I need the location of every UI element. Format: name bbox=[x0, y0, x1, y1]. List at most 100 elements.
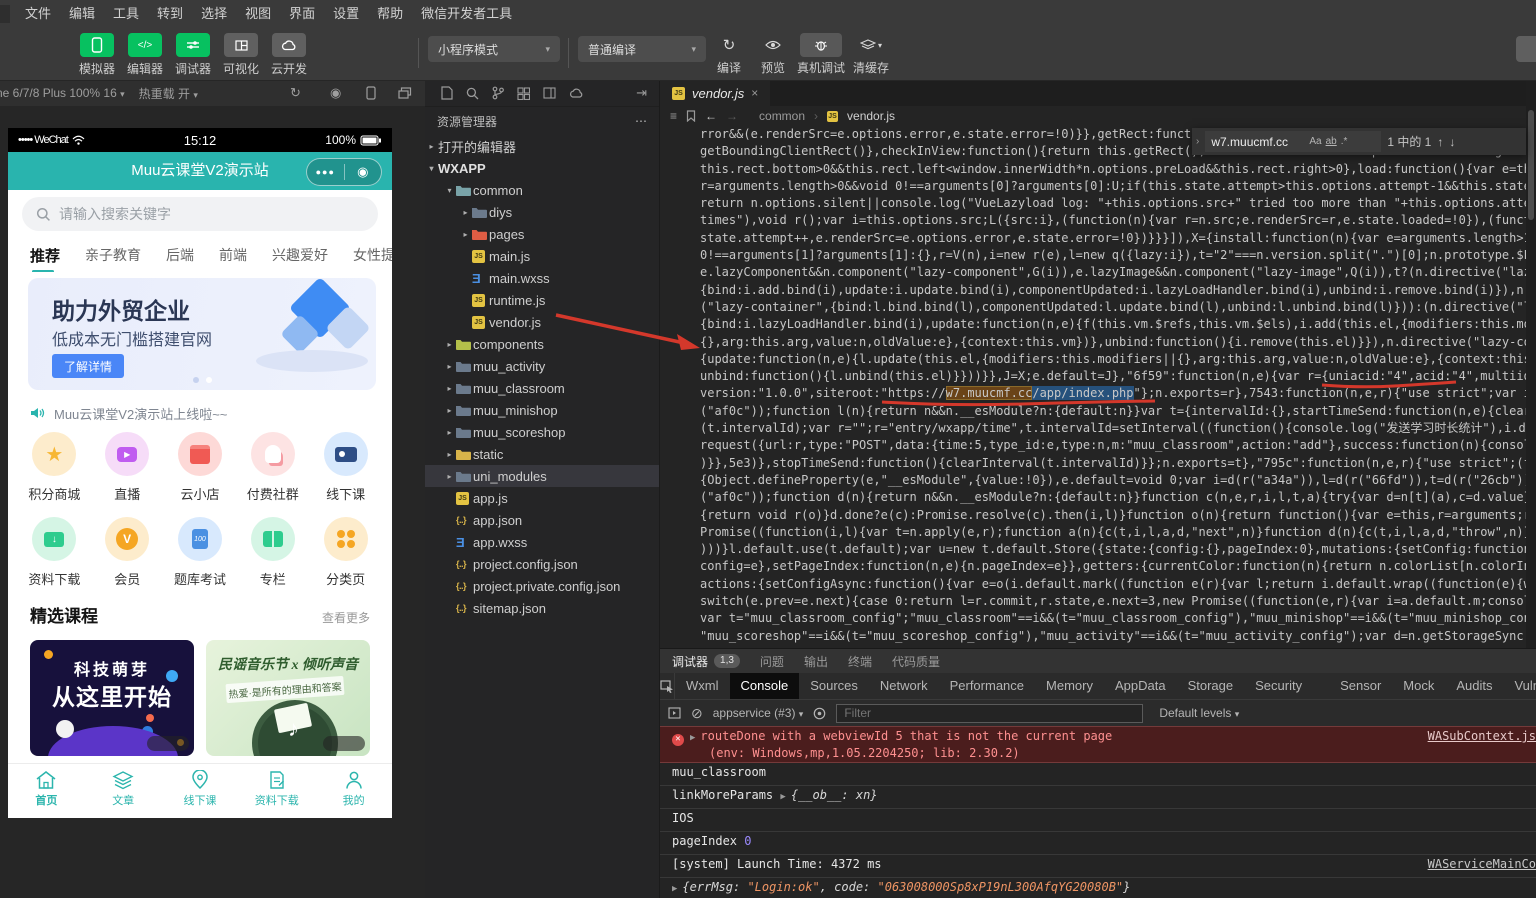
tab-recommend[interactable]: 推荐 bbox=[30, 245, 60, 266]
devtab-wxml[interactable]: Wxml bbox=[675, 673, 730, 699]
banner-detail-button[interactable]: 了解详情 bbox=[52, 354, 124, 378]
tabbar-downloads[interactable]: 资料下载 bbox=[238, 764, 315, 818]
tabbar-home[interactable]: 首页 bbox=[8, 764, 85, 818]
visualization-button[interactable]: 可视化 bbox=[216, 33, 266, 77]
tree-item-muu-classroom[interactable]: ▸muu_classroom bbox=[425, 377, 659, 399]
console-log-row[interactable]: pageIndex 0 bbox=[660, 832, 1536, 855]
tree-item-sitemap[interactable]: {..}sitemap.json bbox=[425, 597, 659, 619]
compile-mode-dropdown[interactable]: 普通编译▾ bbox=[578, 36, 706, 62]
back-icon[interactable]: ← bbox=[705, 109, 717, 123]
tab-parenting[interactable]: 亲子教育 bbox=[85, 245, 141, 265]
tree-item-main-js[interactable]: JSmain.js bbox=[425, 245, 659, 267]
cloud-dev-button[interactable]: 云开发 bbox=[264, 33, 314, 77]
devtab-appdata[interactable]: AppData bbox=[1104, 673, 1177, 699]
clear-cache-button[interactable]: ▾ 清缓存 bbox=[842, 33, 900, 76]
editor-tab-vendor-js[interactable]: JS vendor.js × bbox=[660, 80, 770, 106]
tree-item-vendor-js[interactable]: JSvendor.js bbox=[425, 311, 659, 333]
whole-word-toggle[interactable]: ab bbox=[1326, 136, 1337, 147]
grid-item-paid-community[interactable]: 付费社群 bbox=[236, 432, 309, 503]
tab-output[interactable]: 输出 bbox=[804, 653, 828, 670]
grid-item-downloads[interactable]: ↓ 资料下载 bbox=[18, 517, 91, 588]
see-more-link[interactable]: 查看更多 bbox=[322, 609, 370, 626]
grid-item-cloud-shop[interactable]: 云小店 bbox=[164, 432, 237, 503]
panel-icon[interactable] bbox=[543, 87, 556, 99]
eye-target-icon[interactable] bbox=[813, 707, 826, 720]
breadcrumb-file[interactable]: vendor.js bbox=[847, 109, 895, 123]
sim-refresh-icon[interactable]: ↻ bbox=[290, 85, 301, 101]
git-branch-icon[interactable] bbox=[492, 86, 504, 100]
tree-item-app-json[interactable]: {..}app.json bbox=[425, 509, 659, 531]
tree-item-muu-minishop[interactable]: ▸muu_minishop bbox=[425, 399, 659, 421]
tree-item-diys[interactable]: ▸diys bbox=[425, 201, 659, 223]
menu-view[interactable]: 视图 bbox=[236, 0, 280, 28]
devtab-network[interactable]: Network bbox=[869, 673, 939, 699]
clear-console-icon[interactable]: ⊘ bbox=[691, 705, 703, 722]
tree-item-pages[interactable]: ▸pages bbox=[425, 223, 659, 245]
grid-item-offline-class[interactable]: 线下课 bbox=[309, 432, 382, 503]
menu-help[interactable]: 帮助 bbox=[368, 0, 412, 28]
grid-item-column[interactable]: 专栏 bbox=[236, 517, 309, 588]
course-card-tech[interactable]: 科技萌芽 从这里开始 bbox=[30, 640, 194, 756]
tab-debugger[interactable]: 调试器1,3 bbox=[672, 653, 740, 670]
menu-goto[interactable]: 转到 bbox=[148, 0, 192, 28]
console-object-row[interactable]: ▶{errMsg: "Login:ok", code: "063008000Sp… bbox=[660, 878, 1536, 898]
devtab-performance[interactable]: Performance bbox=[939, 673, 1035, 699]
tabbar-offline-class[interactable]: 线下课 bbox=[162, 764, 239, 818]
menu-tools[interactable]: 工具 bbox=[104, 0, 148, 28]
find-prev-icon[interactable]: ↑ bbox=[1437, 135, 1443, 149]
grid-item-points-mall[interactable]: ★ 积分商城 bbox=[18, 432, 91, 503]
tree-item-muu-scoreshop[interactable]: ▸muu_scoreshop bbox=[425, 421, 659, 443]
tab-hobby[interactable]: 兴趣爱好 bbox=[272, 245, 328, 265]
tree-item-app-js[interactable]: JSapp.js bbox=[425, 487, 659, 509]
capsule-menu[interactable]: ●●● ◉ bbox=[306, 158, 382, 186]
devtab-sources[interactable]: Sources bbox=[799, 673, 869, 699]
tab-problems[interactable]: 问题 bbox=[760, 653, 784, 670]
devtab-mock[interactable]: Mock bbox=[1392, 673, 1445, 699]
tree-item-runtime-js[interactable]: JSruntime.js bbox=[425, 289, 659, 311]
collapse-sidebar-icon[interactable]: ⇥ bbox=[636, 85, 647, 101]
simulator-button[interactable]: 模拟器 bbox=[72, 33, 122, 77]
levels-dropdown[interactable]: Default levels ▾ bbox=[1159, 706, 1239, 720]
tree-item-app-wxss[interactable]: Ǝapp.wxss bbox=[425, 531, 659, 553]
tree-item-muu-activity[interactable]: ▸muu_activity bbox=[425, 355, 659, 377]
bookmark-icon[interactable] bbox=[686, 110, 696, 122]
tree-item-uni-modules[interactable]: ▸uni_modules bbox=[425, 465, 659, 487]
notice-bar[interactable]: Muu云课堂V2演示站上线啦~~ bbox=[8, 400, 392, 426]
tab-women[interactable]: 女性提升 bbox=[353, 245, 392, 265]
source-link[interactable]: WAServiceMainCo bbox=[1428, 857, 1536, 872]
regex-toggle[interactable]: .* bbox=[1341, 136, 1348, 147]
grid-item-live[interactable]: ▶ 直播 bbox=[91, 432, 164, 503]
devtab-console[interactable]: Console bbox=[730, 673, 800, 699]
code-area[interactable]: rror&&(e.renderSrc=e.options.error,e.sta… bbox=[660, 126, 1526, 648]
more-dots-icon[interactable]: ●●● bbox=[307, 167, 344, 177]
tab-frontend[interactable]: 前端 bbox=[219, 245, 247, 265]
menu-interface[interactable]: 界面 bbox=[280, 0, 324, 28]
menu-file[interactable]: 文件 bbox=[16, 0, 60, 28]
mode-dropdown[interactable]: 小程序模式▾ bbox=[428, 36, 560, 62]
editor-scrollbar[interactable] bbox=[1526, 80, 1536, 648]
grid-item-member[interactable]: V 会员 bbox=[91, 517, 164, 588]
debugger-button[interactable]: 调试器 bbox=[168, 33, 218, 77]
hot-reload-toggle[interactable]: 热重载 开 ▾ bbox=[139, 85, 198, 102]
forward-icon[interactable]: → bbox=[726, 109, 738, 123]
tab-backend[interactable]: 后端 bbox=[166, 245, 194, 265]
find-input[interactable] bbox=[1209, 134, 1305, 150]
sidebar-toggle-icon[interactable] bbox=[668, 707, 681, 719]
tree-item-common[interactable]: ▾common bbox=[425, 179, 659, 201]
search-input[interactable]: 请输入搜索关键字 bbox=[22, 197, 378, 231]
console-log-row[interactable]: linkMoreParams ▶{__ob__: xn} bbox=[660, 786, 1536, 809]
tabbar-me[interactable]: 我的 bbox=[315, 764, 392, 818]
new-file-icon[interactable] bbox=[441, 86, 453, 100]
course-card-music[interactable]: 民谣音乐节 x 倾听声音 热爱·是所有的理由和答案 ♪ bbox=[206, 640, 370, 756]
devtab-memory[interactable]: Memory bbox=[1035, 673, 1104, 699]
filter-input[interactable] bbox=[842, 705, 1126, 721]
console-log-row[interactable]: [system] Launch Time: 4372 msWAServiceMa… bbox=[660, 855, 1536, 878]
tabbar-articles[interactable]: 文章 bbox=[85, 764, 162, 818]
menu-devtools[interactable]: 微信开发者工具 bbox=[412, 0, 521, 28]
tree-item-main-wxss[interactable]: Ǝmain.wxss bbox=[425, 267, 659, 289]
breadcrumb-folder[interactable]: common bbox=[759, 109, 805, 123]
menu-edit[interactable]: 编辑 bbox=[60, 0, 104, 28]
sim-phone-icon[interactable] bbox=[366, 86, 376, 100]
context-selector[interactable]: appservice (#3) ▾ bbox=[713, 706, 804, 720]
device-selector[interactable]: ne 6/7/8 Plus 100% 16 ▾ bbox=[0, 86, 125, 100]
